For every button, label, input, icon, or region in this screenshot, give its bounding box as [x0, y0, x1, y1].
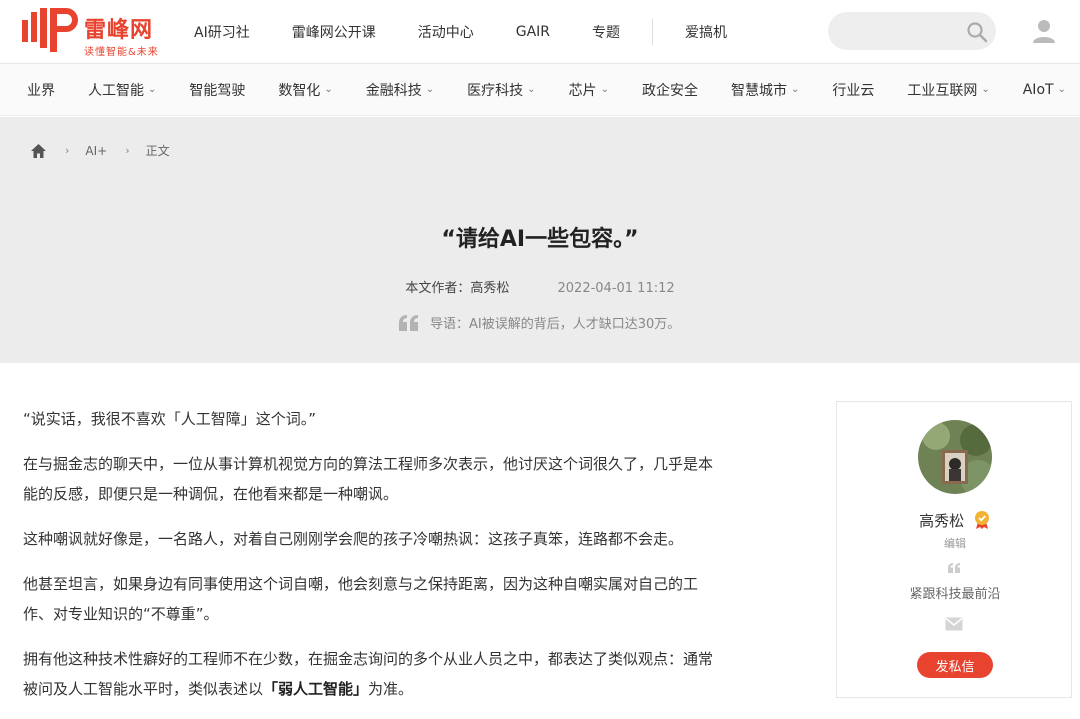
author-motto: 紧跟科技最前沿: [909, 587, 1001, 602]
category-item-industrial-internet[interactable]: 工业互联网 ⌄: [907, 80, 989, 100]
top-nav: AI研习社 雷峰网公开课 活动中心 GAIR 专题 爱搞机: [194, 0, 769, 64]
verified-badge-icon: [974, 511, 989, 529]
home-icon[interactable]: [30, 143, 47, 159]
article-title: “请给AI一些包容。”: [441, 227, 639, 252]
category-label: 工业互联网: [907, 82, 978, 99]
article-body: “说实话，我很不喜欢「人工智障」这个词。” 在与掘金志的聊天中，一位从事计算机视…: [23, 404, 723, 719]
category-item-fintech[interactable]: 金融科技 ⌄: [366, 80, 434, 100]
user-icon[interactable]: [1032, 18, 1056, 44]
lead-text: AI被误解的背后，人才缺口达30万。: [469, 317, 681, 332]
author-avatar[interactable]: [918, 420, 992, 494]
breadcrumb-item-ai-plus[interactable]: AI+: [85, 144, 107, 158]
category-item-autonomous-driving[interactable]: 智能驾驶: [189, 80, 245, 100]
category-item-industry[interactable]: 业界: [27, 80, 55, 100]
chevron-down-icon: ⌄: [324, 84, 333, 95]
article-paragraph: “说实话，我很不喜欢「人工智障」这个词。”: [23, 410, 317, 428]
author-link[interactable]: 高秀松: [470, 281, 509, 296]
publish-date: 2022-04-01 11:12: [557, 281, 675, 296]
top-header: 雷峰网 读懂智能&未来 AI研习社 雷峰网公开课 活动中心 GAIR 专题 爱搞…: [0, 0, 1080, 64]
category-item-chips[interactable]: 芯片 ⌄: [569, 80, 609, 100]
breadcrumb-separator-icon: ›: [65, 144, 70, 157]
paragraph-emphasis: 「弱人工智能」: [263, 680, 369, 698]
author-role: 编辑: [944, 537, 966, 550]
category-label: 人工智能: [88, 82, 144, 99]
author-label: 本文作者：: [405, 281, 471, 296]
paragraph-text: 为准。: [368, 680, 414, 698]
article-paragraph: 在与掘金志的聊天中，一位从事计算机视觉方向的算法工程师多次表示，他讨厌这个词很久…: [23, 455, 714, 503]
article-header: › AI+ › 正文 “请给AI一些包容。” 本文作者：高秀松 2022-04-…: [0, 117, 1080, 363]
category-item-digital-intelligence[interactable]: 数智化 ⌄: [278, 80, 332, 100]
author-card: 高秀松 编辑 紧跟科技最前沿 发私信: [836, 401, 1072, 698]
search-input[interactable]: [842, 12, 962, 50]
site-logo[interactable]: 雷峰网 读懂智能&未来: [22, 6, 162, 58]
category-label: 业界: [27, 82, 55, 99]
chevron-down-icon: ⌄: [425, 84, 435, 95]
category-label: 智慧城市: [730, 82, 787, 99]
category-item-industry-cloud[interactable]: 行业云: [832, 80, 874, 100]
topnav-divider: [652, 19, 654, 45]
author-name: 高秀松: [837, 510, 1073, 531]
category-item-ai[interactable]: 人工智能 ⌄: [88, 80, 156, 100]
chevron-down-icon: ⌄: [1057, 84, 1066, 95]
lead-label: 导语：: [430, 317, 470, 332]
chevron-down-icon: ⌄: [981, 84, 990, 95]
category-label: 智能驾驶: [189, 82, 246, 99]
mail-icon[interactable]: [945, 617, 963, 631]
topnav-item-gair[interactable]: GAIR: [516, 24, 550, 40]
category-item-medtech[interactable]: 医疗科技 ⌄: [467, 80, 535, 100]
category-label: 行业云: [832, 82, 875, 99]
logo-name: 雷峰网: [84, 18, 154, 43]
breadcrumb: › AI+ › 正文: [30, 142, 188, 159]
topnav-item-aigaoji[interactable]: 爱搞机: [685, 22, 727, 42]
article-lead: 导语： AI被误解的背后，人才缺口达30万。: [398, 313, 680, 332]
category-item-aiot[interactable]: AIoT ⌄: [1023, 82, 1066, 98]
topnav-item-open-class[interactable]: 雷峰网公开课: [292, 22, 376, 42]
chevron-down-icon: ⌄: [600, 84, 609, 95]
breadcrumb-item-current: 正文: [145, 144, 170, 158]
article-paragraph: 他甚至坦言，如果身边有同事使用这个词自嘲，他会刻意与之保持距离，因为这种自嘲实属…: [23, 575, 699, 623]
category-label: 金融科技: [365, 82, 422, 99]
category-item-gov-security[interactable]: 政企安全: [642, 80, 698, 100]
category-label: 芯片: [568, 82, 597, 99]
topnav-item-ai-yanxishe[interactable]: AI研习社: [194, 22, 250, 42]
chevron-down-icon: ⌄: [790, 84, 800, 95]
quote-icon: [399, 314, 418, 331]
logo-slogan: 读懂智能&未来: [84, 47, 159, 58]
author-name-text[interactable]: 高秀松: [919, 512, 964, 530]
topnav-item-topics[interactable]: 专题: [592, 22, 620, 42]
topnav-item-events[interactable]: 活动中心: [418, 22, 474, 42]
article-paragraph: 这种嘲讽就好像是，一名路人，对着自己刚刚学会爬的孩子冷嘲热讽：这孩子真笨，连路都…: [23, 530, 684, 548]
send-message-button[interactable]: 发私信: [917, 652, 993, 678]
breadcrumb-separator-icon: ›: [125, 144, 130, 157]
category-label: AIoT: [1022, 81, 1054, 98]
chevron-down-icon: ⌄: [148, 84, 157, 95]
quote-icon: [948, 563, 960, 573]
category-item-smart-city[interactable]: 智慧城市 ⌄: [731, 80, 799, 100]
category-label: 数智化: [278, 82, 321, 99]
logo-mark-icon: [22, 8, 78, 52]
article-meta: 本文作者：高秀松 2022-04-01 11:12: [0, 277, 1080, 296]
article-paragraph: 拥有他这种技术性癖好的工程师不在少数，在掘金志询问的多个从业人员之中，都表达了类…: [23, 644, 723, 704]
search-box: [828, 12, 996, 50]
category-label: 政企安全: [641, 82, 698, 99]
chevron-down-icon: ⌄: [527, 84, 536, 95]
category-label: 医疗科技: [467, 82, 524, 99]
search-icon[interactable]: [966, 21, 988, 43]
category-nav: 业界 人工智能 ⌄ 智能驾驶 数智化 ⌄ 金融科技 ⌄ 医疗科技 ⌄ 芯片 ⌄ 政企安全 …: [0, 64, 1080, 116]
